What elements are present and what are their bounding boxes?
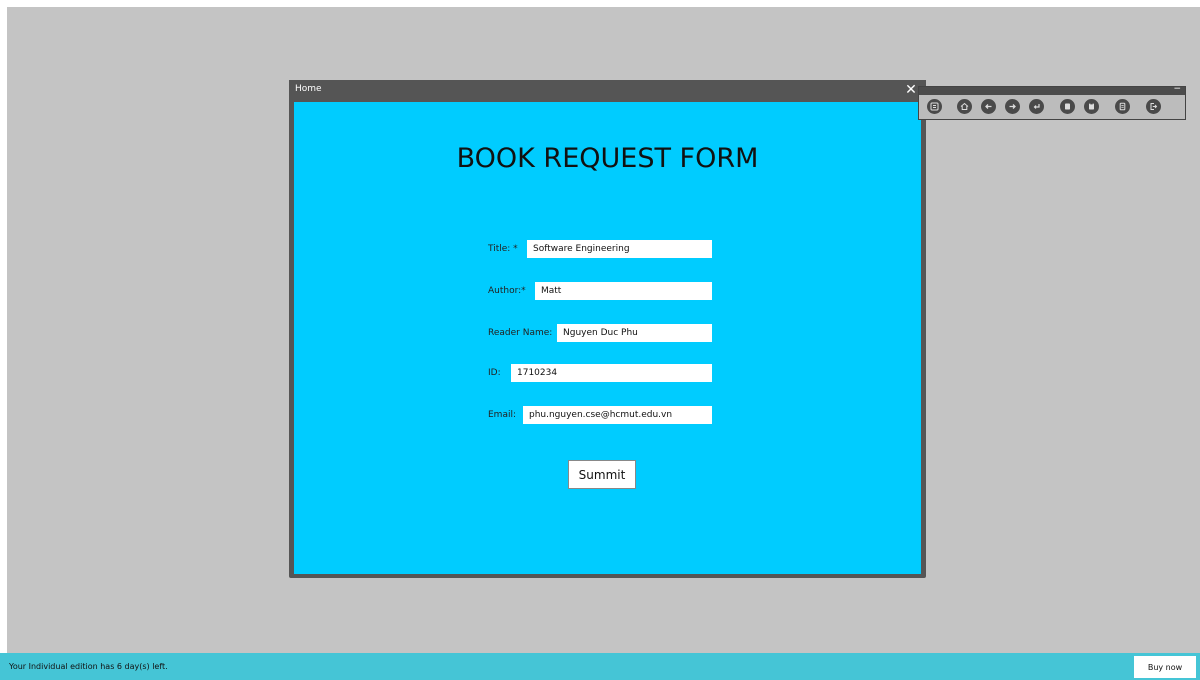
paste-icon[interactable]: [1084, 99, 1099, 114]
id-label: ID:: [488, 368, 501, 378]
document-icon[interactable]: [1115, 99, 1130, 114]
home-window: Home ✕ BOOK REQUEST FORM Title: * Author…: [289, 80, 926, 578]
window-titlebar[interactable]: Home ✕: [289, 80, 926, 101]
exit-icon[interactable]: [1146, 99, 1161, 114]
buy-now-button[interactable]: Buy now: [1134, 656, 1196, 678]
email-input[interactable]: [523, 406, 712, 424]
toolbar-body: [919, 95, 1185, 119]
return-icon[interactable]: [1029, 99, 1044, 114]
back-icon[interactable]: [981, 99, 996, 114]
copy-icon[interactable]: [1060, 99, 1075, 114]
book-request-form: BOOK REQUEST FORM Title: * Author:* Read…: [294, 102, 921, 574]
id-input[interactable]: [511, 364, 712, 382]
form-heading: BOOK REQUEST FORM: [456, 143, 759, 174]
floating-toolbar: −: [918, 84, 1186, 120]
author-label: Author:*: [488, 286, 526, 296]
toolbar-handle[interactable]: −: [919, 84, 1185, 95]
trial-statusbar: Your Individual edition has 6 day(s) lef…: [0, 653, 1200, 680]
trial-message: Your Individual edition has 6 day(s) lef…: [9, 662, 168, 671]
author-input[interactable]: [535, 282, 712, 300]
submit-button[interactable]: Summit: [568, 460, 636, 489]
title-input[interactable]: [527, 240, 712, 258]
reader-name-label: Reader Name:: [488, 328, 553, 338]
title-label: Title: *: [488, 244, 518, 254]
email-label: Email:: [488, 410, 517, 420]
reader-name-input[interactable]: [557, 324, 712, 342]
forward-icon[interactable]: [1005, 99, 1020, 114]
home-icon[interactable]: [957, 99, 972, 114]
menu-icon[interactable]: [927, 99, 942, 114]
window-title: Home: [295, 84, 322, 94]
close-icon[interactable]: ✕: [903, 81, 919, 99]
minimize-icon[interactable]: −: [1173, 84, 1181, 94]
